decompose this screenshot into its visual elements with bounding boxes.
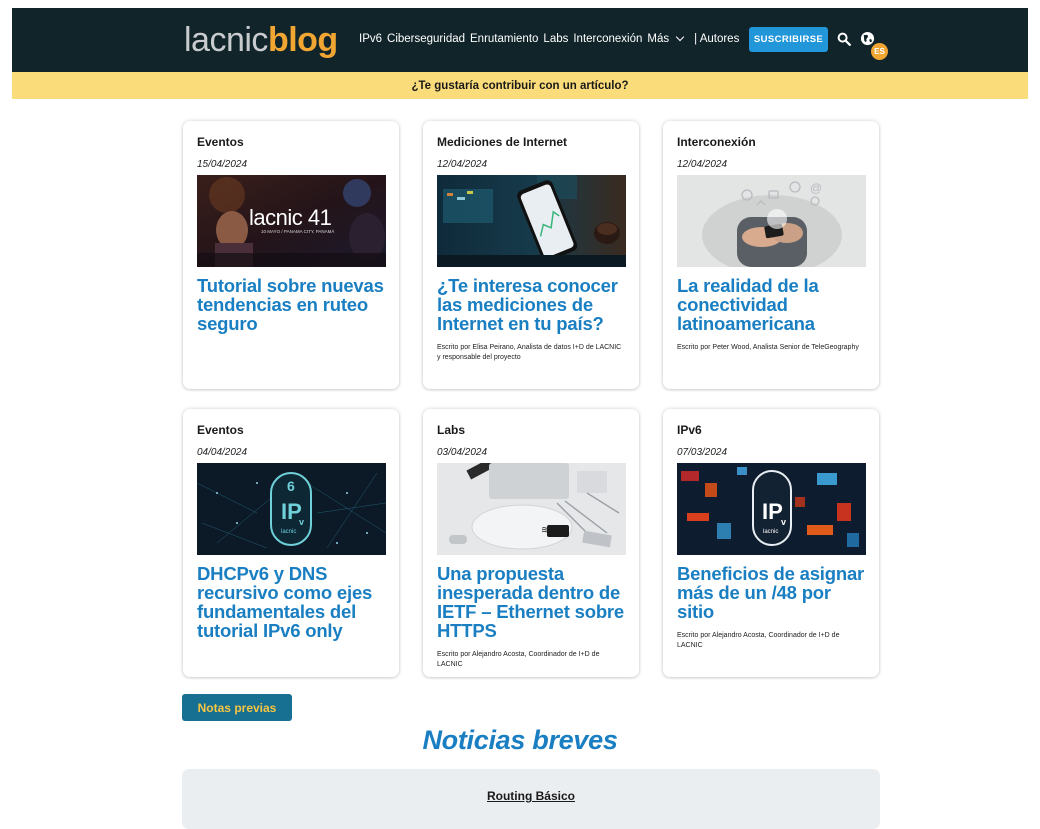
site-header: lacnicblog IPv6 Ciberseguridad Enrutamie… [12,8,1028,72]
svg-text:lacnic: lacnic [763,529,778,535]
nav-item-labs[interactable]: Labs [543,33,568,45]
article-card[interactable]: Mediciones de Internet 12/04/2024 ¿Te in [423,121,639,389]
card-category[interactable]: Labs [437,423,625,437]
svg-text:v: v [299,517,304,527]
article-card[interactable]: IPv6 07/03/2024 IP v lacnic Beneficios d… [663,409,879,677]
card-author: Escrito por Alejandro Acosta, Coordinado… [677,632,840,649]
nav-item-mas[interactable]: Más [647,32,689,45]
card-date: 03/04/2024 [437,447,488,458]
contribute-banner[interactable]: ¿Te gustaría contribuir con un artículo? [12,72,1028,99]
card-date: 07/03/2024 [677,447,728,458]
card-title[interactable]: Tutorial sobre nuevas tendencias en rute… [197,276,385,333]
article-card[interactable]: Interconexión 12/04/2024 @ La realidad d… [663,121,879,389]
language-badge[interactable]: ES [871,43,888,60]
card-title[interactable]: Una propuesta inesperada dentro de IETF … [437,564,625,640]
svg-text:v: v [781,517,786,527]
card-image[interactable]: IP v lacnic [677,463,866,555]
card-date: 12/04/2024 [677,159,728,170]
svg-text:lacnic: lacnic [281,529,296,535]
search-icon[interactable] [837,32,851,46]
nav-item-mas-label: Más [647,33,670,45]
logo-part-blog: blog [267,21,338,59]
article-card[interactable]: Eventos 15/04/2024 lacnic 41 10 MAYO / P… [183,121,399,389]
site-logo[interactable]: lacnicblog [184,21,338,59]
article-card[interactable]: Labs 03/04/2024 ≋ Una propuesta inespera… [423,409,639,677]
card-title[interactable]: Beneficios de asignar más de un /48 por … [677,564,865,621]
card-date: 15/04/2024 [197,159,248,170]
card-image[interactable]: lacnic 41 10 MAYO / PANAMA CITY, PANAMÁ [197,175,386,267]
card-author: Escrito por Peter Wood, Analista Senior … [677,344,859,351]
card-date: 04/04/2024 [197,447,248,458]
card-image-subtext: 10 MAYO / PANAMA CITY, PANAMÁ [261,229,335,234]
svg-text:6: 6 [287,478,295,494]
card-image[interactable]: IP v lacnic 6 [197,463,386,555]
nav-item-ciberseguridad[interactable]: Ciberseguridad [387,33,465,45]
card-image[interactable]: ≋ [437,463,626,555]
subscribe-button[interactable]: SUSCRIBIRSE [749,27,828,52]
contribute-banner-text: ¿Te gustaría contribuir con un artículo? [411,79,629,92]
card-image[interactable]: @ [677,175,866,267]
card-author: Escrito por Alejandro Acosta, Coordinado… [437,651,600,668]
card-category[interactable]: Interconexión [677,135,865,149]
brief-news-panel: Routing Básico [182,769,880,829]
nav-item-interconexion[interactable]: Interconexión [573,33,642,45]
card-category[interactable]: Eventos [197,135,385,149]
globe-icon[interactable] [860,31,875,46]
card-category[interactable]: Mediciones de Internet [437,135,625,149]
brief-news-heading: Noticias breves [422,725,618,755]
nav-item-ipv6[interactable]: IPv6 [359,33,382,45]
logo-part-lacnic: lacnic [184,21,268,59]
main-nav: IPv6 Ciberseguridad Enrutamiento Labs In… [359,32,744,45]
svg-text:IP: IP [762,499,783,524]
chevron-down-icon [675,32,685,42]
card-author: Escrito por Elisa Peirano, Analista de d… [437,344,622,361]
card-category[interactable]: Eventos [197,423,385,437]
nav-item-autores[interactable]: | Autores [694,33,739,45]
card-title[interactable]: La realidad de la conectividad latinoame… [677,276,865,333]
card-image-text: lacnic 41 [249,205,332,230]
svg-text:≋: ≋ [541,525,549,536]
card-title[interactable]: ¿Te interesa conocer las mediciones de I… [437,276,625,333]
previous-notes-button[interactable]: Notas previas [182,694,292,721]
svg-text:@: @ [810,181,822,195]
card-title[interactable]: DHCPv6 y DNS recursivo como ejes fundame… [197,564,385,640]
card-image[interactable] [437,175,626,267]
card-date: 12/04/2024 [437,159,488,170]
article-card[interactable]: Eventos 04/04/2024 IP v lacnic 6 DHCPv6 … [183,409,399,677]
brief-news-item-link[interactable]: Routing Básico [182,789,880,803]
card-category[interactable]: IPv6 [677,423,865,437]
nav-item-enrutamiento[interactable]: Enrutamiento [470,33,538,45]
